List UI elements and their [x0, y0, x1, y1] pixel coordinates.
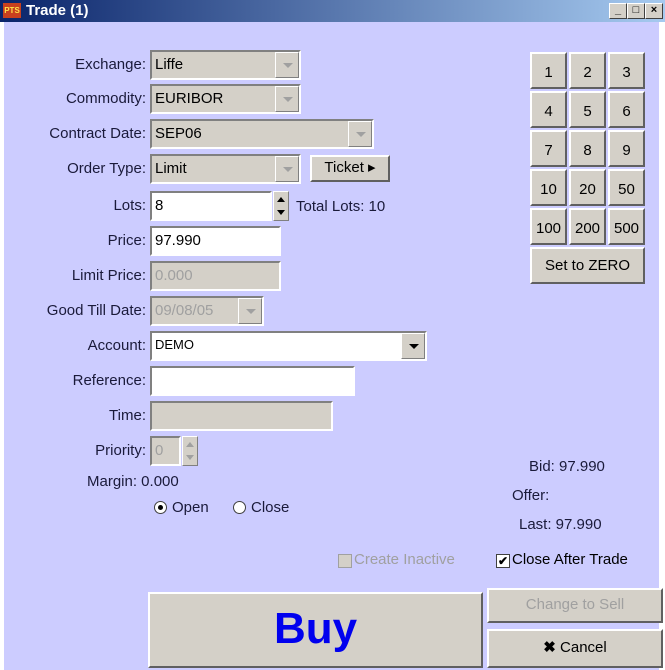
priority-label: Priority:	[95, 442, 146, 459]
close-after-trade-label[interactable]: Close After Trade	[512, 551, 628, 568]
cancel-icon: ✖	[543, 639, 556, 656]
arrow-up-icon[interactable]	[277, 197, 285, 202]
chevron-down-icon[interactable]	[275, 156, 299, 182]
numpad-key-200[interactable]: 200	[569, 208, 606, 245]
numpad-key-4[interactable]: 4	[530, 91, 567, 128]
create-inactive-checkbox[interactable]	[338, 554, 352, 568]
exchange-label: Exchange:	[75, 56, 146, 73]
create-inactive-label[interactable]: Create Inactive	[354, 551, 455, 568]
chevron-down-icon[interactable]	[238, 298, 262, 324]
numpad-key-2[interactable]: 2	[569, 52, 606, 89]
bid-text: Bid: 97.990	[529, 458, 605, 475]
trade-window: PTS Trade (1) _ □ × Exchange: Liffe Comm…	[0, 0, 665, 670]
numpad-key-5[interactable]: 5	[569, 91, 606, 128]
chevron-down-icon[interactable]	[348, 121, 372, 147]
numpad-key-100[interactable]: 100	[530, 208, 567, 245]
time-input[interactable]	[150, 401, 333, 431]
arrow-down-icon[interactable]	[186, 455, 194, 460]
offer-text: Offer:	[512, 487, 550, 504]
arrow-down-icon[interactable]	[277, 210, 285, 215]
exchange-value: Liffe	[155, 56, 184, 73]
numpad-key-6[interactable]: 6	[608, 91, 645, 128]
last-text: Last: 97.990	[519, 516, 602, 533]
numpad-key-500[interactable]: 500	[608, 208, 645, 245]
priority-stepper[interactable]	[182, 436, 198, 466]
numpad-key-8[interactable]: 8	[569, 130, 606, 167]
order-type-select[interactable]: Limit	[150, 154, 301, 184]
contract-date-label: Contract Date:	[49, 125, 146, 142]
time-label: Time:	[109, 407, 146, 424]
minimize-icon[interactable]: _	[609, 3, 627, 19]
exchange-select[interactable]: Liffe	[150, 50, 301, 80]
contract-date-value: SEP06	[155, 125, 202, 142]
good-till-date-value: 09/08/05	[155, 302, 214, 319]
set-to-zero-button[interactable]: Set to ZERO	[530, 247, 645, 284]
order-type-label: Order Type:	[67, 160, 146, 177]
account-select[interactable]: DEMO	[150, 331, 427, 361]
change-to-sell-button[interactable]: Change to Sell	[487, 588, 663, 623]
reference-label: Reference:	[72, 372, 146, 389]
window-title: Trade (1)	[26, 2, 89, 19]
buy-button[interactable]: Buy	[148, 592, 483, 668]
limit-price-input[interactable]: 0.000	[150, 261, 281, 291]
open-radio[interactable]	[154, 501, 167, 514]
numpad-key-1[interactable]: 1	[530, 52, 567, 89]
close-radio[interactable]	[233, 501, 246, 514]
numpad-key-9[interactable]: 9	[608, 130, 645, 167]
lots-input[interactable]: 8	[150, 191, 272, 221]
contract-date-select[interactable]: SEP06	[150, 119, 374, 149]
chevron-down-icon[interactable]	[401, 333, 425, 359]
commodity-select[interactable]: EURIBOR	[150, 84, 301, 114]
account-value: DEMO	[155, 337, 194, 352]
chevron-down-icon[interactable]	[275, 86, 299, 112]
close-icon[interactable]: ×	[645, 3, 663, 19]
lots-stepper[interactable]	[273, 191, 289, 221]
good-till-date-label: Good Till Date:	[46, 302, 146, 319]
limit-price-label: Limit Price:	[71, 267, 146, 284]
lots-label: Lots:	[113, 197, 146, 214]
commodity-value: EURIBOR	[155, 90, 224, 107]
title-bar[interactable]: PTS Trade (1) _ □ ×	[0, 0, 665, 22]
ticket-button[interactable]: Ticket ▸	[310, 155, 390, 182]
open-label[interactable]: Open	[172, 499, 209, 516]
form-area: Exchange: Liffe Commodity: EURIBOR Contr…	[4, 22, 663, 670]
good-till-date-select[interactable]: 09/08/05	[150, 296, 264, 326]
commodity-label: Commodity:	[65, 90, 146, 107]
numpad-key-3[interactable]: 3	[608, 52, 645, 89]
numpad-key-50[interactable]: 50	[608, 169, 645, 206]
cancel-label: Cancel	[560, 639, 607, 656]
price-label: Price:	[107, 232, 146, 249]
maximize-icon[interactable]: □	[627, 3, 645, 19]
order-type-value: Limit	[155, 160, 187, 177]
priority-input[interactable]: 0	[150, 436, 181, 466]
reference-input[interactable]	[150, 366, 355, 396]
numpad-key-10[interactable]: 10	[530, 169, 567, 206]
price-input[interactable]: 97.990	[150, 226, 281, 256]
numpad-key-20[interactable]: 20	[569, 169, 606, 206]
cancel-button[interactable]: ✖ Cancel	[487, 629, 663, 668]
close-label[interactable]: Close	[251, 499, 289, 516]
arrow-up-icon[interactable]	[186, 442, 194, 447]
app-icon: PTS	[3, 3, 21, 18]
total-lots-text: Total Lots: 10	[296, 198, 386, 215]
account-label: Account:	[87, 337, 146, 354]
numpad-key-7[interactable]: 7	[530, 130, 567, 167]
margin-text: Margin: 0.000	[87, 473, 179, 490]
close-after-trade-checkbox[interactable]: ✔	[496, 554, 510, 568]
chevron-down-icon[interactable]	[275, 52, 299, 78]
